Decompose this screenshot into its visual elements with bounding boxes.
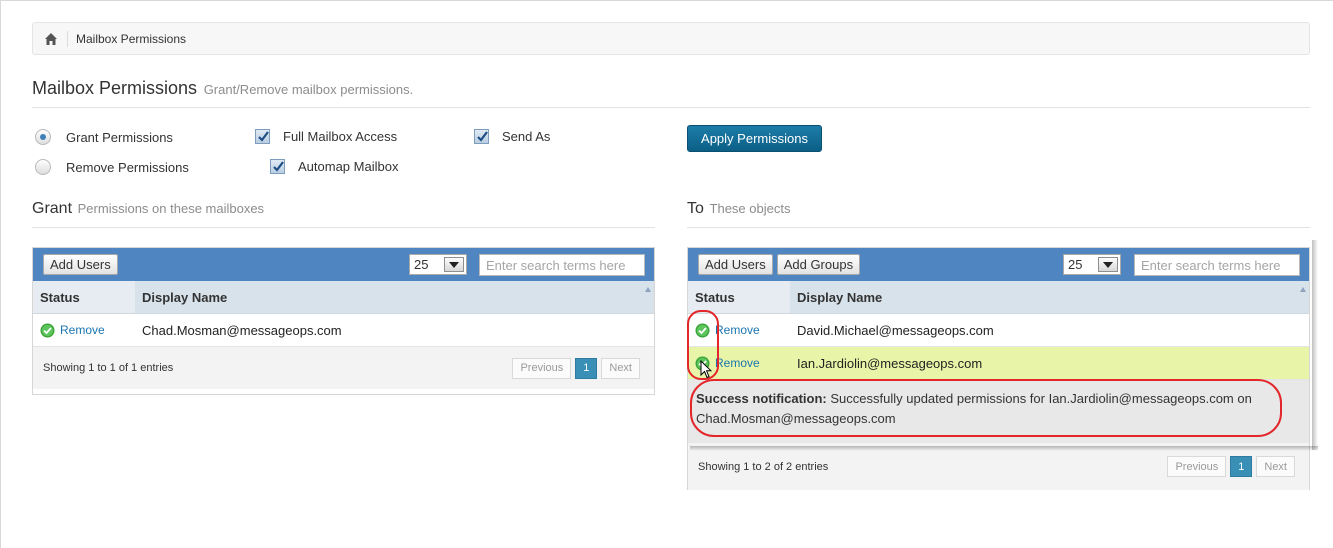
full-mailbox-access-checkbox[interactable] <box>255 129 270 144</box>
send-as-label: Send As <box>502 129 551 144</box>
remove-permissions-label: Remove Permissions <box>66 159 189 175</box>
success-check-icon <box>40 323 55 338</box>
grant-section-header: Grant Permissions on these mailboxes <box>32 200 655 228</box>
grant-table-panel: Add Users 25 Status Display Name Remove … <box>32 247 655 395</box>
page-title: Mailbox Permissions <box>32 78 198 98</box>
sort-ascending-icon <box>1300 287 1306 292</box>
home-icon[interactable] <box>43 31 59 47</box>
grant-table-header: Status Display Name <box>33 281 654 314</box>
table-row: Remove David.Michael@messageops.com <box>688 314 1309 347</box>
table-row: Remove Ian.Jardiolin@messageops.com <box>688 347 1309 380</box>
success-notification: Success notification: Successfully updat… <box>688 380 1309 443</box>
grant-pagination: Previous 1 Next <box>508 357 640 379</box>
next-page-button[interactable]: Next <box>1256 456 1295 477</box>
to-name-column-header[interactable]: Display Name <box>790 281 1309 313</box>
grant-name-column-header[interactable]: Display Name <box>135 281 654 313</box>
grant-subtitle: Permissions on these mailboxes <box>77 201 265 216</box>
to-page-size-select[interactable]: 25 <box>1063 254 1121 275</box>
grant-status-column-header[interactable]: Status <box>33 281 135 313</box>
breadcrumb: Mailbox Permissions <box>32 22 1310 55</box>
full-mailbox-access-option[interactable]: Full Mailbox Access <box>255 129 397 144</box>
to-entries-info: Showing 1 to 2 of 2 entries <box>698 460 829 473</box>
notification-message-line2: Chad.Mosman@messageops.com <box>696 411 896 426</box>
page-subtitle: Grant/Remove mailbox permissions. <box>203 82 414 97</box>
remove-link[interactable]: Remove <box>715 356 760 370</box>
to-table-footer: Showing 1 to 2 of 2 entries Previous 1 N… <box>688 443 1309 490</box>
full-mailbox-access-label: Full Mailbox Access <box>283 129 398 144</box>
sort-ascending-icon <box>645 287 651 292</box>
remove-permissions-radio[interactable] <box>35 159 51 175</box>
panel-shadow <box>1312 240 1318 450</box>
display-name-cell: Ian.Jardiolin@messageops.com <box>797 355 983 371</box>
grant-permissions-label: Grant Permissions <box>66 129 173 145</box>
to-page-size-value: 25 <box>1068 257 1083 272</box>
previous-page-button[interactable]: Previous <box>512 357 572 379</box>
to-add-users-button[interactable]: Add Users <box>698 254 773 275</box>
grant-name-header-label: Display Name <box>142 289 228 305</box>
notification-message-line1: Successfully updated permissions for Ian… <box>830 391 1252 406</box>
send-as-checkbox[interactable] <box>474 129 489 144</box>
status-cell: Remove <box>33 323 135 338</box>
mouse-pointer-icon <box>700 359 713 382</box>
to-title: To <box>687 200 704 217</box>
to-status-column-header[interactable]: Status <box>688 281 790 313</box>
grant-page-size-select[interactable]: 25 <box>409 254 467 275</box>
breadcrumb-current: Mailbox Permissions <box>76 31 187 46</box>
to-search-input[interactable] <box>1134 254 1300 276</box>
remove-link[interactable]: Remove <box>715 323 760 337</box>
notification-label: Success notification: <box>696 391 827 406</box>
breadcrumb-separator <box>67 30 68 47</box>
to-subtitle: These objects <box>709 201 791 216</box>
grant-toolbar: Add Users 25 <box>33 248 654 281</box>
grant-permissions-radio[interactable] <box>35 129 51 145</box>
to-name-header-label: Display Name <box>797 289 883 305</box>
to-section-header: To These objects <box>687 200 1310 228</box>
display-name-cell: Chad.Mosman@messageops.com <box>142 322 342 338</box>
previous-page-button[interactable]: Previous <box>1167 456 1227 477</box>
grant-title: Grant <box>32 200 73 217</box>
to-add-groups-button[interactable]: Add Groups <box>776 254 861 275</box>
page-header: Mailbox Permissions Grant/Remove mailbox… <box>32 78 1310 108</box>
table-row: Remove Chad.Mosman@messageops.com <box>33 314 654 347</box>
grant-entries-info: Showing 1 to 1 of 1 entries <box>43 362 174 374</box>
grant-status-header-label: Status <box>40 289 80 305</box>
automap-mailbox-checkbox[interactable] <box>270 159 285 174</box>
grant-page-size-value: 25 <box>414 257 429 272</box>
automap-mailbox-label: Automap Mailbox <box>298 159 399 174</box>
automap-mailbox-option[interactable]: Automap Mailbox <box>270 159 398 174</box>
to-pagination: Previous 1 Next <box>1163 456 1295 477</box>
to-toolbar: Add Users Add Groups 25 <box>688 248 1309 281</box>
success-check-icon <box>695 323 710 338</box>
to-table-header: Status Display Name <box>688 281 1309 314</box>
chevron-down-icon[interactable] <box>444 257 464 272</box>
display-name-cell: David.Michael@messageops.com <box>797 322 994 338</box>
grant-add-users-button[interactable]: Add Users <box>43 254 118 275</box>
status-cell: Remove <box>688 323 790 338</box>
remove-link[interactable]: Remove <box>60 323 105 337</box>
to-table-panel: Add Users Add Groups 25 Status Display N… <box>687 247 1310 490</box>
grant-search-input[interactable] <box>479 254 645 276</box>
chevron-down-icon[interactable] <box>1098 257 1118 272</box>
page-1-button[interactable]: 1 <box>1230 456 1253 477</box>
remove-permissions-option[interactable]: Remove Permissions <box>35 159 189 175</box>
grant-table-footer: Showing 1 to 1 of 1 entries Previous 1 N… <box>33 347 654 389</box>
apply-permissions-button[interactable]: Apply Permissions <box>687 125 822 152</box>
page-1-button[interactable]: 1 <box>575 357 598 379</box>
grant-permissions-option[interactable]: Grant Permissions <box>35 129 173 145</box>
next-page-button[interactable]: Next <box>601 357 640 379</box>
to-status-header-label: Status <box>695 289 735 305</box>
send-as-option[interactable]: Send As <box>474 129 550 144</box>
